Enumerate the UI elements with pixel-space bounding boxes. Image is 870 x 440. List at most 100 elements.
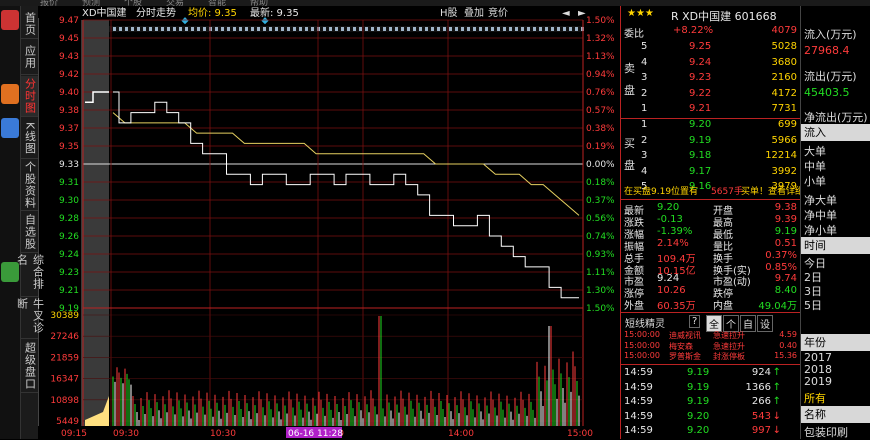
year-header: 年份 (801, 334, 870, 351)
volume-tick: 27246 (50, 332, 79, 342)
quote-text: 14:59 (624, 396, 653, 407)
quote-text: 9.17 (689, 165, 712, 177)
intraday-chart[interactable]: XD中国建 分时走势 均价: 9.35 最新: 9.35 H股 叠加 竞价 ◄ ► 9.47 1.5… (38, 6, 620, 439)
chevron-right-icon[interactable]: ► (578, 8, 586, 19)
quote-text: 924 (751, 367, 771, 378)
quote-text: 1 (641, 103, 648, 114)
sell-level: 1 9.21 7731 (621, 103, 801, 118)
time-tick: 10:30 (210, 429, 236, 439)
quote-text: 9.24 (689, 56, 712, 68)
price-tick: 9.38 (59, 106, 79, 116)
nav-item[interactable]: 分时图 (21, 76, 38, 117)
chart-header-button[interactable]: 叠加 (464, 7, 484, 19)
quote-text: 4172 (771, 87, 797, 99)
chart-header-button[interactable]: H股 (440, 7, 458, 19)
inflow-label: 流入(万元) (804, 28, 857, 41)
nav-item[interactable]: 自选股 (21, 212, 38, 253)
nav-item[interactable]: 牛叉诊断 (16, 298, 45, 339)
quote-text: 3992 (771, 165, 797, 177)
big-order-notice: 在买盘9.19位置有 5657手 买单！查看详细 (621, 184, 804, 199)
crosshair-date-label: 06-16 11:28 (288, 429, 343, 439)
quote-text: 15.36 (774, 351, 797, 360)
quote-text: 15:00:00 (624, 351, 660, 360)
price-tick: 9.33 (59, 160, 79, 170)
nav-item[interactable]: 应用 (21, 40, 38, 75)
app-icon[interactable] (1, 84, 19, 104)
pct-tick: 0.37% (586, 196, 615, 206)
pct-tick: 0.93% (586, 250, 615, 260)
quote-text: 4 (641, 56, 648, 68)
time-tick: 09:30 (113, 429, 139, 439)
quote-text: 外盘 (624, 301, 644, 313)
time-tick: 14:00 (448, 429, 474, 439)
tick-row: 14:59 9.19 266 ↑ (621, 396, 801, 411)
pct-tick: 0.76% (586, 88, 615, 98)
app-icon[interactable] (1, 118, 19, 138)
inflow-value: 27968.4 (804, 44, 850, 57)
quote-text: 梅安森 (669, 341, 693, 351)
quote-text: 0.51 (774, 237, 797, 249)
quote-text: 9.22 (689, 87, 712, 99)
nav-item-label: 应用 (23, 45, 37, 69)
quote-text: 0.85% (765, 261, 797, 273)
pct-tick: 1.32% (586, 34, 615, 44)
volume-tick: 21859 (50, 353, 79, 363)
volume-tick: 5449 (56, 417, 79, 427)
chevron-left-icon[interactable]: ◄ (562, 8, 570, 19)
quote-text: 699 (777, 119, 797, 130)
nav-item[interactable]: 超级盘口 (21, 340, 38, 393)
quote-text: 5657手 (711, 187, 743, 197)
quote-text: 543 (751, 410, 771, 422)
nav-item[interactable]: K线图 (21, 118, 38, 159)
quote-text: 14:59 (624, 381, 653, 393)
app-icon[interactable] (1, 10, 19, 30)
quote-text: 1366 (745, 381, 771, 393)
tick-row: 14:59 9.19 1366 ↑ (621, 382, 801, 397)
sell-level: 2 9.22 4172 (621, 88, 801, 103)
net-order-label: 净大单 (804, 194, 837, 207)
quote-text: 9.20 (687, 410, 710, 422)
quote-text: 封涨停板 (713, 352, 745, 361)
price-tick: 9.31 (59, 178, 79, 188)
outflow-label: 流出(万元) (804, 70, 857, 83)
chart-last-label: 最新: 9.35 (250, 6, 299, 19)
alert-tab[interactable]: 短线精灵 (625, 315, 665, 330)
nav-item[interactable]: 首页 (21, 10, 38, 39)
weibi-row: 委比 +8.22% 4079 (621, 25, 801, 40)
order-size-label: 中单 (804, 160, 826, 173)
nav-item[interactable]: 个股资料 (21, 160, 38, 211)
quote-text: 9.20 (657, 202, 680, 213)
stat-row: 外盘 60.35万 内盘 49.04万 (621, 297, 801, 312)
quote-text: 49.04万 (758, 301, 797, 313)
arrow-up-icon: ↑ (772, 367, 781, 378)
pct-tick: 0.19% (586, 142, 615, 152)
tick-row: 14:59 9.20 997 ↓ (621, 425, 801, 440)
quote-text: 9.23 (689, 72, 712, 83)
quote-text: 7731 (771, 103, 797, 114)
pct-tick: 0.94% (586, 70, 615, 80)
quote-text: 9.19 (689, 134, 712, 146)
quote-text: 3 (641, 150, 648, 161)
chart-avg-label: 均价: 9.35 (188, 7, 237, 19)
quote-text: 9.19 (774, 225, 797, 237)
price-line (113, 91, 579, 299)
quote-text: +8.22% (673, 25, 714, 36)
quote-text: 罗普斯金 (669, 352, 701, 361)
quote-text: 内盘 (713, 301, 733, 313)
volume-tick: 30389 (50, 311, 79, 321)
quote-text: 3680 (771, 56, 797, 68)
quote-text: 在买盘9.19位置有 (624, 187, 699, 197)
nav-item[interactable]: 综合排名 (16, 254, 45, 297)
nav-item-label: 超级盘口 (23, 342, 37, 390)
quote-text: 迪威视讯 (669, 331, 701, 340)
detail-link[interactable]: 买单！查看详细 (741, 184, 804, 197)
pct-tick: 0.57% (586, 106, 615, 116)
quote-text: 2 (641, 87, 648, 99)
chart-header-button[interactable]: 竞价 (488, 6, 508, 19)
alert-tab[interactable]: ? (689, 315, 701, 328)
quote-text: 1 (641, 119, 648, 130)
quote-text: 9.25 (689, 41, 712, 52)
quote-text: 266 (751, 396, 771, 407)
volume-tick: 10898 (50, 396, 79, 406)
arrow-down-icon: ↓ (772, 425, 781, 436)
